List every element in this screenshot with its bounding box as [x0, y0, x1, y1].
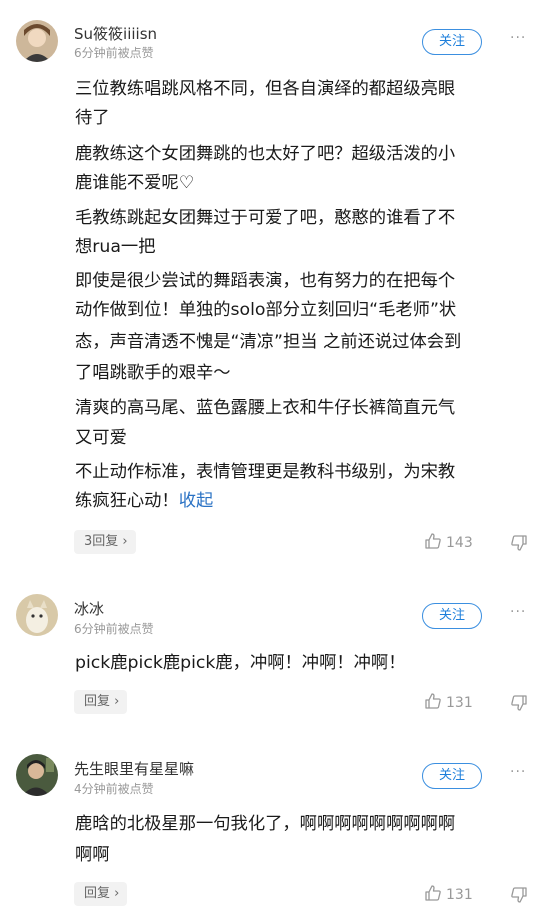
comment-text-line: 了唱跳歌手的艰辛～	[75, 363, 231, 383]
comment-text-line: 态，声音清透不愧是“清凉”担当 之前还说过体会到	[75, 332, 462, 352]
comment-text-line: 待了	[75, 108, 110, 128]
chevron-right-icon: ›	[114, 886, 120, 901]
dislike-button[interactable]	[510, 534, 528, 556]
thumbs-up-icon	[424, 532, 442, 554]
comment-text-line: 鹿教练这个女团舞跳的也太好了吧？超级活泼的小	[75, 144, 456, 164]
dislike-button[interactable]	[510, 886, 528, 908]
avatar[interactable]	[16, 754, 58, 796]
comment-text-line: pick鹿pick鹿pick鹿，冲啊！冲啊！冲啊！	[75, 653, 406, 673]
collapse-link[interactable]: 收起	[179, 491, 214, 511]
thumbs-up-icon	[424, 692, 442, 714]
like-button[interactable]: 131	[424, 884, 473, 906]
comment-1: Su筱筱iiiisn 6分钟前被点赞 关注 ··· 三位教练唱跳风格不同，但各自…	[0, 0, 550, 560]
comment-2: 冰冰 6分钟前被点赞 关注 ··· pick鹿pick鹿pick鹿，冲啊！冲啊！…	[0, 580, 550, 730]
reply-label: 回复	[84, 694, 111, 709]
like-count: 143	[446, 535, 473, 551]
comment-text-last: 练疯狂心动！	[75, 491, 179, 511]
comment-text-line: 想rua一把	[75, 237, 156, 257]
reply-count-button[interactable]: 3回复 ›	[74, 530, 136, 554]
thumbs-up-icon	[424, 884, 442, 906]
username[interactable]: 先生眼里有星星嘛	[74, 758, 194, 779]
more-options-icon[interactable]: ···	[510, 764, 526, 780]
follow-button[interactable]: 关注	[422, 603, 482, 629]
thumbs-down-icon	[510, 695, 528, 716]
more-options-icon[interactable]: ···	[510, 604, 526, 620]
comment-text-line: 即使是很少尝试的舞蹈表演，也有努力的在把每个	[75, 271, 456, 291]
timestamp: 6分钟前被点赞	[74, 46, 154, 60]
comment-text-line: 清爽的高马尾、蓝色露腰上衣和牛仔长裤简直元气	[75, 398, 456, 418]
like-count: 131	[446, 695, 473, 711]
thumbs-down-icon	[510, 887, 528, 908]
comment-text-line: 啊啊	[75, 845, 110, 865]
like-button[interactable]: 131	[424, 692, 473, 714]
reply-button[interactable]: 回复 ›	[74, 690, 128, 714]
like-button[interactable]: 143	[424, 532, 473, 554]
avatar[interactable]	[16, 594, 58, 636]
dislike-button[interactable]	[510, 694, 528, 716]
comment-text-line: 鹿晗的北极星那一句我化了，啊啊啊啊啊啊啊啊啊	[75, 814, 456, 834]
chevron-right-icon: ›	[122, 534, 128, 549]
comment-text-line: 毛教练跳起女团舞过于可爱了吧，憨憨的谁看了不	[75, 208, 456, 228]
comment-text-line: 又可爱	[75, 428, 127, 448]
chevron-right-icon: ›	[114, 694, 120, 709]
comment-text-line: 三位教练唱跳风格不同，但各自演绎的都超级亮眼	[75, 79, 456, 99]
follow-button[interactable]: 关注	[422, 763, 482, 789]
comment-text-line: 鹿谁能不爱呢♡	[75, 173, 195, 193]
like-count: 131	[446, 887, 473, 903]
follow-button[interactable]: 关注	[422, 29, 482, 55]
timestamp: 4分钟前被点赞	[74, 782, 154, 796]
comment-text-line: 练疯狂心动！收起	[75, 490, 213, 512]
more-options-icon[interactable]: ···	[510, 30, 526, 46]
comment-text-line: 不止动作标准，表情管理更是教科书级别，为宋教	[75, 462, 456, 482]
comment-text-line: 动作做到位！单独的solo部分立刻回归“毛老师”状	[75, 300, 457, 320]
thumbs-down-icon	[510, 535, 528, 556]
timestamp: 6分钟前被点赞	[74, 622, 154, 636]
reply-button[interactable]: 回复 ›	[74, 882, 128, 906]
username[interactable]: Su筱筱iiiisn	[74, 23, 157, 44]
avatar[interactable]	[16, 20, 58, 62]
username[interactable]: 冰冰	[74, 598, 104, 619]
reply-label: 回复	[84, 886, 111, 901]
comment-3: 先生眼里有星星嘛 4分钟前被点赞 关注 ··· 鹿晗的北极星那一句我化了，啊啊啊…	[0, 740, 550, 922]
reply-label: 3回复	[84, 534, 119, 549]
